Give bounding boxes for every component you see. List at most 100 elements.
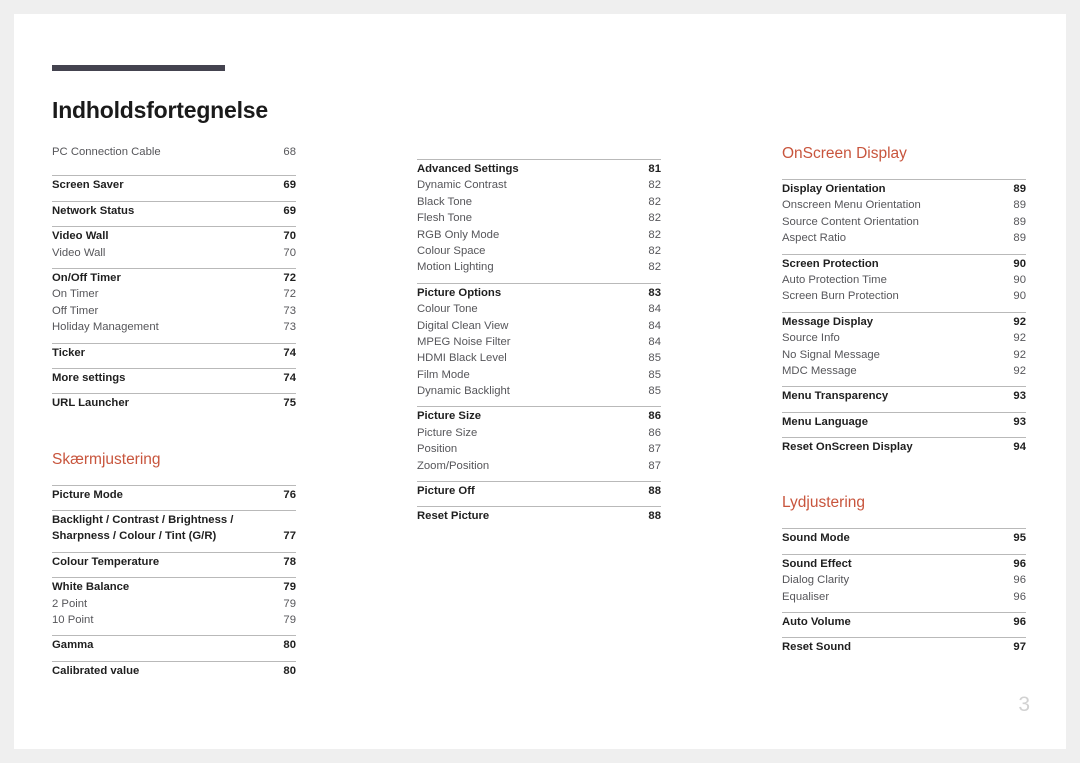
toc-entry[interactable]: Video Wall 70 — [52, 245, 296, 261]
toc-entry-page: 92 — [1013, 315, 1026, 328]
toc-entry[interactable]: 10 Point 79 — [52, 612, 296, 628]
toc-entry[interactable]: Reset Sound 97 — [782, 639, 1026, 655]
toc-entry[interactable]: MDC Message 92 — [782, 363, 1026, 379]
toc-entry[interactable]: Auto Volume 96 — [782, 614, 1026, 630]
toc-entry[interactable]: Film Mode 85 — [417, 367, 661, 383]
toc-entry-label: Black Tone — [417, 195, 473, 208]
toc-entry-page: 86 — [648, 410, 661, 423]
toc-entry[interactable]: Flesh Tone 82 — [417, 210, 661, 226]
toc-entry[interactable]: Motion Lighting 82 — [417, 259, 661, 275]
toc-entry-page: 89 — [1013, 215, 1026, 228]
toc-entry[interactable]: White Balance 79 — [52, 579, 296, 595]
toc-entry-page: 92 — [1013, 364, 1026, 377]
toc-entry[interactable]: Advanced Settings 81 — [417, 161, 661, 177]
toc-entry-label: Picture Size — [417, 410, 482, 423]
toc-entry-page: 90 — [1013, 290, 1026, 303]
toc-entry[interactable]: More settings 74 — [52, 370, 296, 386]
toc-entry-label: Dynamic Contrast — [417, 179, 507, 192]
toc-entry-page: 87 — [648, 459, 661, 472]
toc-entry[interactable]: Colour Temperature 78 — [52, 554, 296, 570]
toc-entry[interactable]: Reset Picture 88 — [417, 508, 661, 524]
toc-entry[interactable]: On/Off Timer 72 — [52, 270, 296, 286]
toc-group: Sound Effect 96 Dialog Clarity 96 Equaliser 9… — [782, 553, 1026, 605]
toc-entry-page: 95 — [1013, 532, 1026, 545]
toc-entry[interactable]: No Signal Message 92 — [782, 347, 1026, 363]
toc-entry[interactable]: Display Orientation 89 — [782, 181, 1026, 197]
toc-entry[interactable]: Equaliser 96 — [782, 589, 1026, 605]
toc-entry[interactable]: Sound Mode 95 — [782, 530, 1026, 546]
toc-entry[interactable]: Picture Off 88 — [417, 483, 661, 499]
toc-entry[interactable]: Black Tone 82 — [417, 194, 661, 210]
toc-entry-page: 94 — [1013, 441, 1026, 454]
toc-entry[interactable]: Digital Clean View 84 — [417, 318, 661, 334]
toc-entry-page: 89 — [1013, 182, 1026, 195]
toc-entry[interactable]: Colour Tone 84 — [417, 301, 661, 317]
toc-entry[interactable]: Backlight / Contrast / Brightness / Shar… — [52, 512, 296, 545]
toc-entry-label: Auto Volume — [782, 616, 851, 629]
toc-entry[interactable]: Dynamic Backlight 85 — [417, 383, 661, 399]
toc-entry-label: Motion Lighting — [417, 261, 494, 274]
toc-column: OnScreen Display Display Orientation 89 Ons… — [782, 144, 1026, 679]
toc-entry[interactable]: Gamma 80 — [52, 637, 296, 653]
toc-entry[interactable]: Holiday Management 73 — [52, 319, 296, 335]
toc-group: Picture Mode 76 — [52, 484, 296, 503]
toc-entry[interactable]: Auto Protection Time 90 — [782, 272, 1026, 288]
toc-entry[interactable]: Source Content Orientation 89 — [782, 214, 1026, 230]
toc-group: Auto Volume 96 — [782, 612, 1026, 630]
toc-entry-page: 78 — [283, 555, 296, 568]
toc-entry[interactable]: HDMI Black Level 85 — [417, 350, 661, 366]
toc-entry-label: Video Wall — [52, 230, 109, 243]
toc-entry-label: 2 Point — [52, 597, 88, 610]
toc-entry[interactable]: Off Timer 73 — [52, 303, 296, 319]
toc-entry[interactable]: MPEG Noise Filter 84 — [417, 334, 661, 350]
toc-entry[interactable]: Message Display 92 — [782, 314, 1026, 330]
toc-entry[interactable]: URL Launcher 75 — [52, 395, 296, 411]
toc-entry-page: 92 — [1013, 348, 1026, 361]
toc-section-heading: Skærmjustering — [52, 450, 161, 468]
toc-entry[interactable]: RGB Only Mode 82 — [417, 227, 661, 243]
toc-entry[interactable]: Video Wall 70 — [52, 228, 296, 244]
toc-entry-page: 82 — [648, 261, 661, 274]
toc-entry-label: Colour Temperature — [52, 555, 160, 568]
toc-entry[interactable]: Sound Effect 96 — [782, 556, 1026, 572]
toc-entry[interactable]: Dynamic Contrast 82 — [417, 177, 661, 193]
toc-entry[interactable]: Reset OnScreen Display 94 — [782, 439, 1026, 455]
toc-entry[interactable]: Network Status 69 — [52, 203, 296, 219]
toc-entry[interactable]: Colour Space 82 — [417, 243, 661, 259]
toc-entry[interactable]: Source Info 92 — [782, 330, 1026, 346]
toc-entry[interactable]: Calibrated value 80 — [52, 663, 296, 679]
toc-entry[interactable]: Picture Size 86 — [417, 408, 661, 424]
toc-entry[interactable]: Menu Transparency 93 — [782, 388, 1026, 404]
toc-entry-label: Menu Language — [782, 415, 868, 428]
toc-entry[interactable]: Dialog Clarity 96 — [782, 572, 1026, 588]
toc-entry-label: MPEG Noise Filter — [417, 335, 511, 348]
toc-entry-page: 84 — [648, 303, 661, 316]
toc-entry-label: Video Wall — [52, 246, 106, 259]
toc-entry-label: Message Display — [782, 315, 874, 328]
toc-entry-page: 88 — [648, 485, 661, 498]
toc-entry[interactable]: Onscreen Menu Orientation 89 — [782, 197, 1026, 213]
toc-group: Colour Temperature 78 — [52, 551, 296, 570]
toc-entry-page: 96 — [1013, 557, 1026, 570]
toc-entry[interactable]: PC Connection Cable 68 — [52, 144, 296, 160]
toc-entry[interactable]: Screen Saver 69 — [52, 177, 296, 193]
toc-entry-label: URL Launcher — [52, 397, 129, 410]
toc-entry[interactable]: Picture Mode 76 — [52, 487, 296, 503]
toc-entry-page: 74 — [283, 346, 296, 359]
toc-entry[interactable]: Aspect Ratio 89 — [782, 230, 1026, 246]
toc-entry-label: PC Connection Cable — [52, 145, 161, 158]
toc-entry[interactable]: Picture Size 86 — [417, 425, 661, 441]
toc-entry-label: On/Off Timer — [52, 271, 121, 284]
toc-entry[interactable]: Ticker 74 — [52, 345, 296, 361]
toc-entry-label: No Signal Message — [782, 348, 880, 361]
toc-entry[interactable]: Position 87 — [417, 441, 661, 457]
toc-entry[interactable]: Menu Language 93 — [782, 414, 1026, 430]
toc-entry[interactable]: 2 Point 79 — [52, 596, 296, 612]
title-rule — [52, 65, 225, 71]
toc-entry-label: Holiday Management — [52, 321, 159, 334]
toc-entry[interactable]: Zoom/Position 87 — [417, 458, 661, 474]
toc-entry[interactable]: Screen Protection 90 — [782, 256, 1026, 272]
toc-entry[interactable]: On Timer 72 — [52, 286, 296, 302]
toc-entry[interactable]: Screen Burn Protection 90 — [782, 288, 1026, 304]
toc-entry[interactable]: Picture Options 83 — [417, 285, 661, 301]
